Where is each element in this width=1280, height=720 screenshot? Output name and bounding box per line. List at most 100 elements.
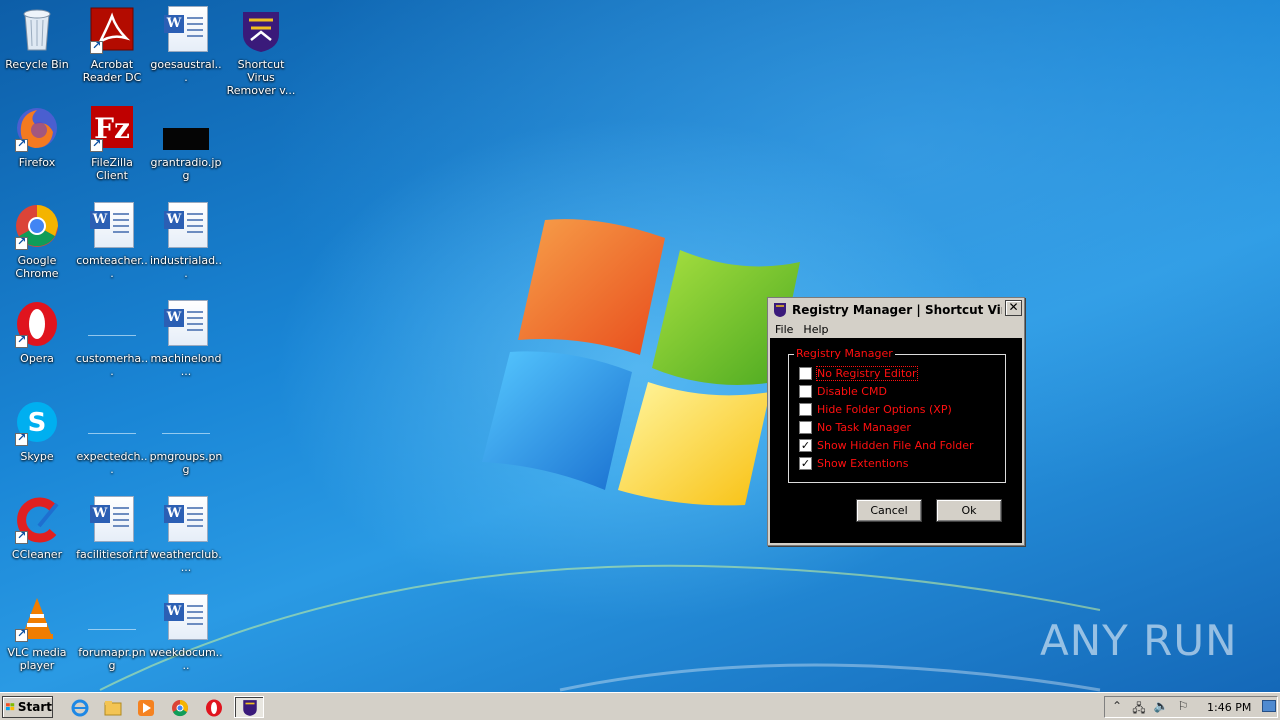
- option-show-extensions[interactable]: ✓ Show Extentions: [799, 455, 909, 471]
- desktop-icon-expectedch[interactable]: expectedch...: [75, 394, 149, 486]
- watermark-text: ANY RUN: [1040, 615, 1238, 665]
- desktop-icon-grantradio[interactable]: grantradio.jpg: [149, 100, 223, 192]
- desktop-icon-vlc[interactable]: VLC media player: [0, 590, 74, 682]
- desktop-icon-label: pmgroups.png: [149, 450, 223, 476]
- desktop-icon-weekdocum[interactable]: W weekdocum....: [149, 590, 223, 682]
- acrobat-reader-icon: [88, 6, 136, 54]
- shortcut-arrow-icon: [15, 137, 28, 152]
- close-button[interactable]: ✕: [1005, 300, 1022, 316]
- desktop-icon-label: comteacher...: [76, 254, 148, 280]
- shortcut-arrow-icon: [15, 627, 28, 642]
- desktop-icon-label: FileZilla Client: [91, 156, 133, 182]
- recycle-bin-icon: [13, 6, 61, 54]
- opera-icon[interactable]: [205, 699, 223, 717]
- desktop-icon-label: facilitiesof.rtf: [76, 548, 148, 561]
- ok-button[interactable]: Ok: [936, 499, 1002, 522]
- desktop-icon-opera[interactable]: Opera: [0, 296, 74, 388]
- media-player-icon[interactable]: [137, 699, 155, 717]
- image-file-icon: [88, 398, 136, 446]
- desktop-icon-comteacher[interactable]: W comteacher...: [75, 198, 149, 290]
- desktop-icon-filezilla[interactable]: Fz FileZilla Client: [75, 100, 149, 192]
- desktop-icon-goesaustral[interactable]: W goesaustral...: [149, 2, 223, 94]
- word-document-icon: W: [88, 202, 136, 250]
- desktop-icon-weatherclub[interactable]: W weatherclub....: [149, 492, 223, 584]
- chrome-icon[interactable]: [171, 699, 189, 717]
- desktop-icon-google-chrome[interactable]: Google Chrome: [0, 198, 74, 290]
- image-file-icon: [88, 300, 136, 348]
- dialog-menu-bar: File Help: [770, 321, 1022, 337]
- desktop-icon-label: Acrobat Reader DC: [82, 58, 142, 84]
- checkbox[interactable]: [799, 420, 812, 434]
- desktop-icon-label: Google Chrome: [15, 254, 59, 280]
- checkbox[interactable]: [799, 402, 812, 416]
- start-button[interactable]: Start: [2, 696, 53, 718]
- option-label: Hide Folder Options (XP): [817, 402, 952, 416]
- anyrun-watermark: ANY RUN: [1040, 610, 1238, 670]
- registry-manager-dialog: Registry Manager | Shortcut Virus ... ✕ …: [767, 297, 1025, 546]
- action-center-flag-icon[interactable]: ⚐: [1173, 699, 1193, 715]
- checkbox[interactable]: ✓: [799, 456, 812, 470]
- desktop-icon-label: Shortcut Virus Remover v...: [226, 58, 296, 97]
- word-document-icon: W: [162, 6, 210, 54]
- group-label: Registry Manager: [794, 347, 895, 360]
- option-label: No Registry Editor: [816, 365, 918, 381]
- taskbar-task-shortcut-virus-remover[interactable]: [234, 696, 264, 718]
- internet-explorer-icon[interactable]: [71, 699, 89, 717]
- checkbox[interactable]: [799, 384, 812, 398]
- desktop-icon-label: CCleaner: [11, 548, 63, 561]
- desktop-icon-label: customerha...: [75, 352, 149, 378]
- registry-manager-group: Registry Manager No Registry Editor Disa…: [788, 348, 1006, 483]
- desktop-icon-recycle-bin[interactable]: Recycle Bin: [0, 2, 74, 94]
- desktop-icon-firefox[interactable]: Firefox: [0, 100, 74, 192]
- dialog-title: Registry Manager | Shortcut Virus ...: [792, 303, 1002, 317]
- option-no-registry-editor[interactable]: No Registry Editor: [799, 365, 918, 381]
- clock[interactable]: 1:46 PM: [1207, 701, 1251, 714]
- shortcut-arrow-icon: [15, 235, 28, 250]
- desktop-icon-forumapr[interactable]: forumapr.png: [75, 590, 149, 682]
- file-explorer-icon[interactable]: [104, 699, 122, 717]
- close-icon: ✕: [1008, 300, 1019, 314]
- option-label: Show Extentions: [817, 456, 909, 470]
- desktop-icon-industrialad[interactable]: W industrialad...: [149, 198, 223, 290]
- desktop-icon-label: Skype: [20, 450, 54, 463]
- desktop-icon-label: expectedch...: [76, 450, 148, 476]
- shortcut-arrow-icon: [90, 137, 103, 152]
- desktop-icon-machinelond[interactable]: W machinelond...: [149, 296, 223, 388]
- shortcut-arrow-icon: [15, 333, 28, 348]
- desktop-icon-facilitiesof[interactable]: W facilitiesof.rtf: [75, 492, 149, 584]
- option-show-hidden-files[interactable]: ✓ Show Hidden File And Folder: [799, 437, 974, 453]
- dialog-title-bar[interactable]: Registry Manager | Shortcut Virus ...: [770, 300, 1022, 320]
- checkbox[interactable]: ✓: [799, 438, 812, 452]
- option-disable-cmd[interactable]: Disable CMD: [799, 383, 887, 399]
- menu-file[interactable]: File: [770, 323, 798, 336]
- option-hide-folder-options[interactable]: Hide Folder Options (XP): [799, 401, 952, 417]
- show-desktop-button[interactable]: [1262, 700, 1276, 712]
- vlc-icon: [13, 594, 61, 642]
- desktop-icon-acrobat-reader[interactable]: Acrobat Reader DC: [75, 2, 149, 94]
- desktop-icon-label: machinelond...: [150, 352, 222, 378]
- desktop-icon-label: Recycle Bin: [5, 58, 69, 71]
- desktop-icon-label: weekdocum....: [149, 646, 223, 672]
- desktop-icon-shortcut-virus-remover[interactable]: Shortcut Virus Remover v...: [224, 2, 298, 97]
- desktop-icon-pmgroups[interactable]: pmgroups.png: [149, 394, 223, 486]
- desktop-icon-customerha[interactable]: customerha...: [75, 296, 149, 388]
- cancel-button[interactable]: Cancel: [856, 499, 922, 522]
- network-icon[interactable]: 🖧: [1129, 699, 1149, 715]
- desktop-icon-skype[interactable]: S Skype: [0, 394, 74, 486]
- word-document-icon: W: [162, 594, 210, 642]
- menu-help[interactable]: Help: [798, 323, 833, 336]
- taskbar: Start ⌃ 🖧 🔈 ⚐ 1:46 PM: [0, 692, 1280, 720]
- show-hidden-icons-icon[interactable]: ⌃: [1107, 699, 1127, 715]
- shortcut-virus-remover-icon: [237, 6, 285, 54]
- volume-icon[interactable]: 🔈: [1151, 699, 1171, 715]
- desktop: Recycle Bin Firefox Google Chrome Opera …: [0, 0, 1280, 692]
- word-document-icon: W: [162, 496, 210, 544]
- shortcut-arrow-icon: [15, 529, 28, 544]
- shortcut-arrow-icon: [15, 431, 28, 446]
- option-label: Show Hidden File And Folder: [817, 438, 974, 452]
- image-file-icon: [162, 104, 210, 152]
- option-no-task-manager[interactable]: No Task Manager: [799, 419, 911, 435]
- checkbox[interactable]: [799, 366, 812, 380]
- desktop-icon-label: industrialad...: [149, 254, 223, 280]
- desktop-icon-ccleaner[interactable]: CCleaner: [0, 492, 74, 584]
